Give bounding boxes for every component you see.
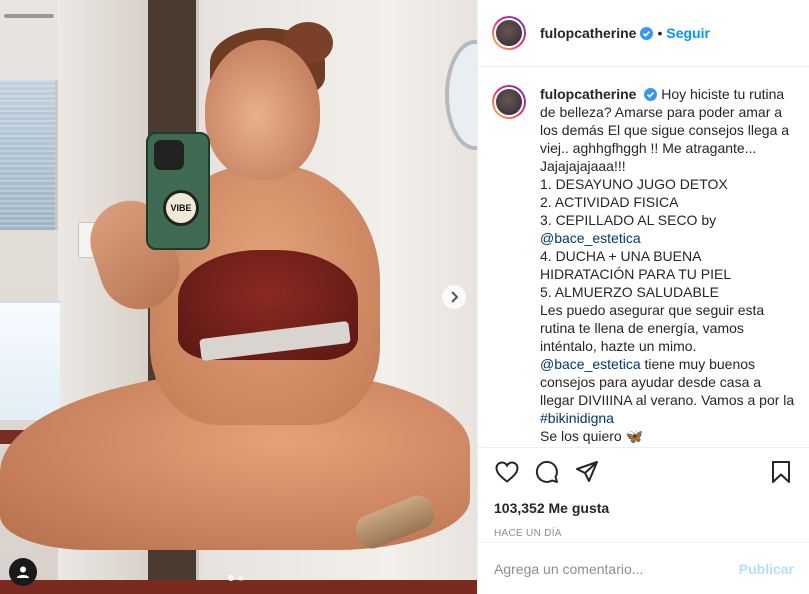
caption-step-4: 4. DUCHA + UNA BUENA HIDRATACIÓN PARA TU…	[540, 248, 732, 282]
towel-rail	[4, 14, 54, 18]
action-icons	[494, 458, 794, 486]
bathtub	[0, 300, 60, 420]
heart-icon	[495, 461, 519, 483]
avatar[interactable]	[492, 16, 526, 50]
figure-face	[205, 40, 320, 180]
share-button[interactable]	[574, 459, 600, 485]
like-button[interactable]	[494, 459, 520, 485]
caption-row: fulopcatherine Hoy hiciste tu rutina de …	[492, 85, 796, 445]
caption-step-1: 1. DESAYUNO JUGO DETOX	[540, 176, 728, 192]
person-tag-icon	[17, 566, 29, 578]
carousel-dot-active	[228, 575, 234, 581]
hashtag-link[interactable]: #bikinidigna	[540, 410, 614, 426]
post-photo[interactable]: VIBE	[0, 0, 477, 594]
chevron-right-icon	[451, 291, 459, 303]
mention-link[interactable]: @bace_estetica	[540, 230, 641, 246]
publish-button[interactable]: Publicar	[739, 561, 794, 577]
comment-button[interactable]	[534, 459, 560, 485]
caption-area: fulopcatherine Hoy hiciste tu rutina de …	[478, 67, 809, 447]
verified-badge-icon	[644, 88, 658, 101]
bookmark-icon	[772, 461, 790, 483]
caption-step-5: 5. ALMUERZO SALUDABLE	[540, 284, 719, 300]
comment-icon	[535, 460, 558, 483]
verified-badge-icon	[640, 26, 654, 40]
mention-link[interactable]: @bace_estetica	[540, 356, 641, 372]
share-icon	[576, 461, 598, 482]
post-timestamp[interactable]: HACE UN DÍA	[494, 528, 794, 539]
header-separator: •	[657, 25, 663, 41]
header-username[interactable]: fulopcatherine	[540, 25, 636, 41]
save-button[interactable]	[768, 459, 794, 485]
caption-step-3: 3. CEPILLADO AL SECO by	[540, 212, 717, 228]
bathroom-window	[0, 80, 58, 230]
person-tag-button[interactable]	[9, 558, 37, 586]
caption-closing: Se los quiero 🦋	[540, 428, 644, 444]
follow-button[interactable]: Seguir	[666, 25, 710, 41]
phone-popsocket: VIBE	[163, 190, 199, 226]
caption-avatar[interactable]	[492, 85, 526, 119]
carousel-next-button[interactable]	[442, 285, 466, 309]
post-side-panel: fulopcatherine • Seguir fulopcatherine H…	[477, 0, 809, 594]
post-actions: 103,352 Me gusta HACE UN DÍA	[478, 447, 809, 539]
photo-bottom-strip	[0, 580, 477, 594]
post-header: fulopcatherine • Seguir	[478, 0, 809, 67]
caption-username[interactable]: fulopcatherine	[540, 86, 636, 102]
comment-input[interactable]	[494, 560, 739, 577]
carousel-dot	[238, 575, 244, 581]
carousel-indicator	[228, 575, 244, 581]
caption-text: fulopcatherine Hoy hiciste tu rutina de …	[540, 85, 796, 445]
avatar-image	[494, 18, 524, 48]
caption-paragraph: Les puedo asegurar que seguir esta rutin…	[540, 302, 765, 354]
phone-camera	[154, 140, 184, 170]
caption-step-2: 2. ACTIVIDAD FISICA	[540, 194, 679, 210]
caption-avatar-image	[494, 87, 524, 117]
likes-count[interactable]: 103,352 Me gusta	[494, 500, 794, 516]
comment-form: Publicar	[478, 542, 809, 594]
